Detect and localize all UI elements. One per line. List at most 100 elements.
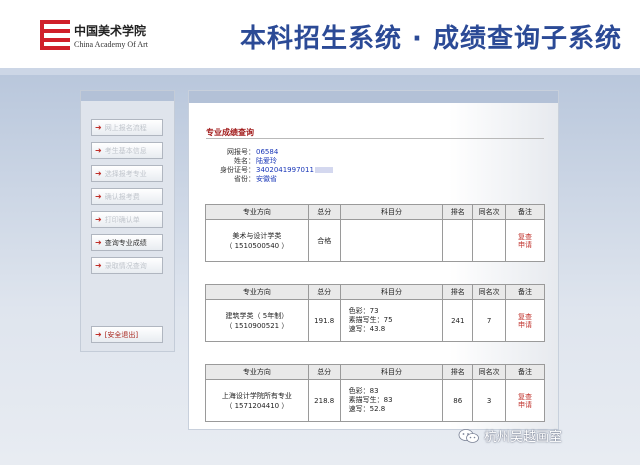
sidebar-item-query-scores[interactable]: ➜ 查询专业成绩 [91,234,163,251]
total-score: 218.8 [307,379,341,422]
subject-score: 色彩：83 [348,387,379,395]
panel-header-bar [189,91,558,103]
column-header: 同名次 [472,204,507,220]
same-rank: 3 [472,379,507,422]
subject-score: 速写：43.8 [348,325,386,333]
recheck-request-link[interactable]: 复查 申请 [505,219,545,262]
rank [442,219,474,262]
section-divider [206,138,544,139]
logout-button[interactable]: ➜ [安全退出] [91,326,163,343]
arrow-right-icon: ➜ [95,330,102,339]
column-header: 排名 [442,204,474,220]
table-row: 建筑学类（ 5年制）（ 1510900521 ） 191.8 色彩：73 素描写生… [205,299,545,342]
main-panel: 专业成绩查询 网报号：06584 姓名：陆爱玲 身份证号：34020419970… [188,90,559,430]
table-row: 美术与设计学类（ 1510500540 ） 合格 复查 申请 [205,219,545,262]
recheck-line1: 复查 [518,232,533,241]
score-table: 专业方向 总分 科目分 排名 同名次 备注 上海设计学院所有专业（ 157120… [205,364,545,422]
sidebar-item-label: 考生基本信息 [104,147,147,155]
info-row-name: 姓名：陆爱玲 [201,157,333,166]
column-header: 备注 [505,204,545,220]
column-header: 总分 [307,364,341,380]
info-label: 身份证号： [220,166,255,174]
sidebar-item-confirm-fee[interactable]: ➜ 确认报考费 [91,188,163,205]
column-header: 备注 [505,284,545,300]
rank: 241 [442,299,474,342]
sidebar-item-student-info[interactable]: ➜ 考生基本信息 [91,142,163,159]
recheck-line2: 申请 [518,400,533,409]
column-header: 专业方向 [205,284,309,300]
subject-score: 素描写生：83 [348,396,393,404]
sidebar-item-label: 打印确认单 [104,216,140,224]
logo-chinese-name: 中国美术学院 [74,24,147,38]
redacted-blur [314,167,333,173]
recheck-request-link[interactable]: 复查 申请 [505,299,545,342]
info-row-id: 身份证号：3402041997011 [201,166,333,175]
table-header-row: 专业方向 总分 科目分 排名 同名次 备注 [205,204,545,220]
column-header: 科目分 [339,204,444,220]
arrow-right-icon: ➜ [95,238,102,247]
column-header: 排名 [442,284,474,300]
wechat-icon [458,429,479,443]
rank: 86 [442,379,474,422]
recheck-request-link[interactable]: 复查 申请 [505,379,545,422]
candidate-name: 陆爱玲 [256,157,277,165]
subject-scores: 色彩：83 素描写生：83 速写：52.8 [339,379,444,422]
info-label: 省份： [234,175,255,183]
subject-score: 素描写生：75 [348,316,393,324]
total-score: 合格 [307,219,341,262]
table-header-row: 专业方向 总分 科目分 排名 同名次 备注 [205,364,545,380]
column-header: 排名 [442,364,474,380]
sidebar-item-admission-query[interactable]: ➜ 录取情况查询 [91,257,163,274]
major-code: （ 1510500540 ） [225,241,289,250]
subject-scores: 色彩：73 素描写生：75 速写：43.8 [339,299,444,342]
academy-seal-icon [40,20,70,50]
recheck-line1: 复查 [518,392,533,401]
column-header: 同名次 [472,364,507,380]
arrow-right-icon: ➜ [95,169,102,178]
candidate-info: 网报号：06584 姓名：陆爱玲 身份证号：3402041997011 省份：安… [201,148,333,184]
subject-score: 速写：52.8 [348,405,386,413]
column-header: 科目分 [339,284,444,300]
total-score: 191.8 [307,299,341,342]
academy-logo: 中国美术学院 China Academy Of Art [40,16,175,56]
info-label: 姓名： [234,157,255,165]
arrow-right-icon: ➜ [95,215,102,224]
info-label: 网报号： [227,148,255,156]
recheck-line2: 申请 [518,320,533,329]
arrow-right-icon: ➜ [95,192,102,201]
page-header: 中国美术学院 China Academy Of Art 本科招生系统 · 成绩查… [0,0,640,75]
same-rank [472,219,507,262]
column-header: 总分 [307,204,341,220]
sidebar-item-label: 确认报考费 [104,193,140,201]
sidebar-item-label: 录取情况查询 [104,262,147,270]
subject-score: 色彩：73 [348,307,379,315]
column-header: 专业方向 [205,364,309,380]
sidebar-item-label: 查询专业成绩 [104,239,147,247]
sidebar-item-print-confirmation[interactable]: ➜ 打印确认单 [91,211,163,228]
header-divider [0,68,640,75]
logo-english-name: China Academy Of Art [74,40,148,49]
table-row: 上海设计学院所有专业（ 1571204410 ） 218.8 色彩：83 素描写生… [205,379,545,422]
info-row-registration: 网报号：06584 [201,148,333,157]
score-table: 专业方向 总分 科目分 排名 同名次 备注 建筑学类（ 5年制）（ 151090… [205,284,545,342]
score-table: 专业方向 总分 科目分 排名 同名次 备注 美术与设计学类（ 151050054… [205,204,545,262]
column-header: 专业方向 [205,204,309,220]
column-header: 科目分 [339,364,444,380]
sidebar-header-bar [81,91,174,101]
recheck-line2: 申请 [518,240,533,249]
sidebar-item-select-major[interactable]: ➜ 选择报考专业 [91,165,163,182]
arrow-right-icon: ➜ [95,123,102,132]
column-header: 同名次 [472,284,507,300]
registration-number: 06584 [256,148,279,156]
section-title: 专业成绩查询 [206,128,254,137]
major-name: 美术与设计学类 [232,231,282,240]
sidebar-menu: ➜ 网上报名流程 ➜ 考生基本信息 ➜ 选择报考专业 ➜ 确认报考费 ➜ 打印确认单 ➜ 查… [81,101,174,343]
sidebar-item-registration-process[interactable]: ➜ 网上报名流程 [91,119,163,136]
watermark: 杭州吴越画室 [458,425,638,447]
watermark-text: 杭州吴越画室 [484,430,563,445]
id-number: 3402041997011 [256,166,314,174]
recheck-line1: 复查 [518,312,533,321]
major-cell: 建筑学类（ 5年制）（ 1510900521 ） [205,299,309,342]
arrow-right-icon: ➜ [95,261,102,270]
major-name: 建筑学类（ 5年制） [225,311,289,320]
